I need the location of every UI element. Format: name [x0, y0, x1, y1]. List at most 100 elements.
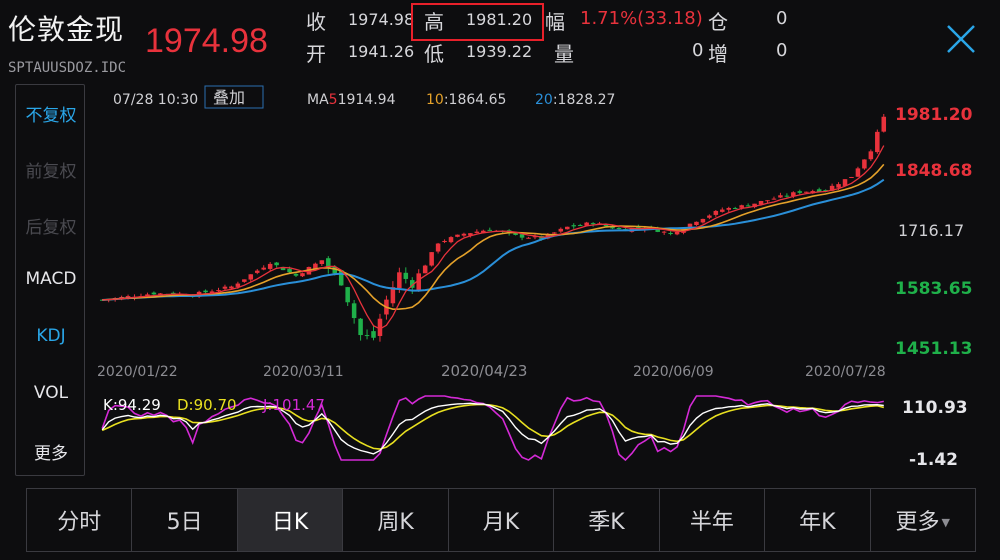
candle-body	[216, 290, 221, 292]
candle-body	[513, 233, 518, 235]
candle-body	[435, 243, 441, 252]
side-item-forward-adjust[interactable]: 前复权	[16, 157, 86, 182]
kdj-axis-top: 110.93	[902, 398, 968, 418]
tab-intraday[interactable]: 分时	[27, 489, 133, 551]
ma20-legend: 20:1828.27	[535, 92, 615, 108]
close-icon[interactable]	[944, 22, 978, 56]
ma-legend: MA51914.94	[307, 92, 396, 108]
side-item-macd[interactable]: MACD	[16, 269, 86, 289]
candle-body	[319, 260, 325, 264]
instrument-title: 伦敦金现	[8, 13, 125, 46]
date-axis-5: 2020/07/28	[805, 364, 886, 380]
kline-chart[interactable]: 07/28 10:30 叠加 MA51914.94 10:1864.65 20:…	[95, 84, 975, 480]
candle-body	[765, 200, 770, 202]
ma10-legend: 10:1864.65	[426, 92, 506, 108]
candle-body	[229, 286, 234, 289]
candle-body	[287, 268, 292, 273]
candle-body	[849, 176, 854, 178]
tab-daily-k[interactable]: 日K	[237, 489, 344, 551]
volume-label: 量	[554, 42, 574, 66]
candle-body	[222, 286, 228, 289]
side-item-no-adjust[interactable]: 不复权	[16, 101, 86, 126]
tab-yearly-k-label: 年K	[799, 510, 836, 535]
volume-value: 0	[692, 40, 704, 61]
candle-body	[358, 318, 363, 336]
tab-more[interactable]: 更多 ▼	[871, 489, 975, 551]
tab-monthly-k-label: 月K	[482, 510, 520, 535]
candle-body	[261, 267, 266, 270]
candle-body	[487, 229, 493, 231]
candle-body	[274, 262, 279, 266]
date-axis-2: 2020/03/11	[263, 364, 344, 380]
candle-body	[300, 273, 305, 277]
tab-weekly-k-label: 周K	[377, 510, 414, 535]
candle-body	[577, 225, 583, 227]
candle-body	[739, 205, 744, 208]
side-item-kdj[interactable]: KDJ	[16, 326, 86, 346]
candle-body	[855, 168, 861, 177]
kdj-j-label: J:101.47	[262, 396, 325, 414]
candle-body	[616, 227, 622, 230]
candle-body	[293, 273, 299, 276]
candle-body	[668, 232, 673, 234]
candle-body	[461, 233, 467, 236]
candle-body	[771, 198, 777, 200]
candle-body	[203, 290, 208, 293]
tab-weekly-k[interactable]: 周K	[343, 489, 449, 551]
ma5-line	[102, 145, 885, 330]
candle-body	[797, 191, 803, 193]
overlay-button[interactable]: 叠加	[213, 88, 245, 107]
ma20-value: 1828.27	[558, 92, 616, 108]
candle-body	[720, 209, 725, 212]
chart-datetime: 07/28 10:30	[113, 92, 198, 108]
candle-body	[687, 223, 693, 227]
period-tab-bar: 分时 5日 日K 周K 月K 季K 半年 年K 更多 ▼	[26, 488, 976, 552]
date-axis-4: 2020/06/09	[633, 364, 714, 380]
kdj-d-label: D:90.70	[177, 396, 237, 414]
chevron-down-icon: ▼	[941, 515, 950, 529]
high-highlight-box	[411, 3, 544, 41]
open-value: 1941.26	[348, 42, 415, 61]
candle-body	[674, 231, 680, 235]
price-axis-lower: 1583.65	[895, 279, 972, 299]
candle-body	[429, 252, 434, 266]
ma5-value: 1914.94	[338, 92, 396, 108]
candle-body	[364, 335, 370, 337]
side-item-vol[interactable]: VOL	[16, 383, 86, 403]
position-label: 仓	[708, 10, 728, 34]
candle-body	[784, 195, 790, 197]
tab-monthly-k[interactable]: 月K	[449, 489, 555, 551]
candle-body	[151, 292, 157, 295]
side-item-backward-adjust[interactable]: 后复权	[16, 213, 86, 238]
candle-body	[707, 215, 712, 218]
position-value: 0	[776, 8, 788, 29]
candle-body	[700, 218, 706, 223]
tab-5day-label: 5日	[166, 510, 203, 535]
candle-body	[745, 205, 751, 207]
candle-body	[403, 272, 409, 279]
candle-body	[590, 223, 596, 225]
candle-body	[713, 210, 719, 215]
date-axis-1: 2020/01/22	[97, 364, 178, 380]
candle-body	[804, 191, 809, 193]
candle-body	[422, 265, 428, 274]
tab-5day[interactable]: 5日	[132, 489, 238, 551]
tab-half-year-label: 半年	[689, 510, 734, 535]
side-item-more[interactable]: 更多	[16, 439, 86, 464]
candle-body	[565, 226, 570, 230]
candle-body	[371, 331, 376, 338]
candle-body	[732, 207, 738, 209]
ma10-line	[102, 163, 885, 311]
ma10-value: 1864.65	[449, 92, 507, 108]
close-value: 1974.98	[348, 10, 415, 29]
candle-body	[868, 151, 874, 160]
candle-body	[526, 237, 531, 239]
tab-yearly-k[interactable]: 年K	[765, 489, 871, 551]
candle-body	[778, 195, 783, 198]
date-axis-3: 2020/04/23	[441, 362, 527, 380]
tab-more-label: 更多	[895, 510, 940, 535]
candle-body	[267, 263, 273, 269]
tab-half-year[interactable]: 半年	[660, 489, 766, 551]
tab-quarterly-k[interactable]: 季K	[554, 489, 660, 551]
current-price: 1974.98	[145, 22, 268, 60]
